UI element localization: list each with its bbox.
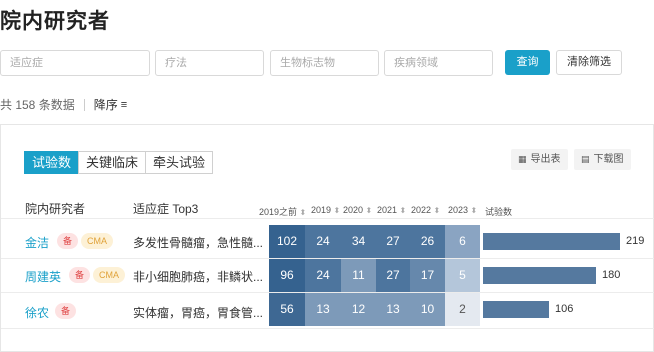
trial-count-header: 试验数 (485, 207, 513, 217)
heatmap-cell: 10 (410, 293, 445, 326)
tab-key-clinical[interactable]: 关键临床 (78, 151, 147, 174)
download-label: 下载图 (593, 154, 624, 165)
trial-count-value: 219 (626, 235, 645, 247)
researcher-name-link[interactable]: 周建英 (25, 268, 61, 285)
result-summary: 共 158 条数据 降序 ≡ (0, 96, 127, 113)
indication-filter-input[interactable] (0, 50, 150, 76)
year-header-2023[interactable]: 2023 ⬍ (448, 205, 477, 215)
indication-text: 非小细胞肺癌，非鳞状... (133, 270, 264, 284)
sort-descending-icon: ≡ (120, 98, 128, 111)
researcher-column-header: 院内研究者 (25, 202, 86, 216)
row-divider (1, 218, 654, 219)
year-header-2022[interactable]: 2022 ⬍ (411, 205, 440, 215)
query-button[interactable]: 查询 (505, 50, 550, 75)
cma-badge: CMA (81, 233, 113, 249)
total-count-text: 共 158 条数据 (0, 98, 75, 112)
heatmap-cell: 13 (305, 293, 341, 326)
year-header-2019[interactable]: 2019 ⬍ (311, 205, 340, 215)
sort-icon: ⬍ (299, 208, 307, 217)
heatmap-cell: 13 (376, 293, 410, 326)
status-badge: 备 (69, 267, 90, 283)
sort-icon: ⬍ (399, 206, 407, 215)
divider (83, 98, 85, 111)
heatmap-cell: 11 (341, 259, 376, 292)
cma-badge: CMA (93, 267, 125, 283)
trial-count-value: 106 (555, 303, 574, 315)
year-header-pre2019[interactable]: 2019之前 ⬍ (259, 205, 306, 218)
year-header-2020[interactable]: 2020 ⬍ (343, 205, 372, 215)
tab-trial-count[interactable]: 试验数 (24, 151, 80, 174)
year-header-label: 2019之前 (259, 207, 298, 217)
heatmap-cell: 5 (445, 259, 480, 292)
trial-count-bar (483, 301, 549, 318)
heatmap-cell: 56 (269, 293, 305, 326)
sort-icon: ⬍ (365, 206, 373, 215)
researcher-chart-card: 试验数 关键临床 牵头试验 ▦ 导出表 ▤ 下载图 院内研究者 适应症 Top3… (0, 124, 654, 352)
heatmap-cell: 34 (341, 225, 376, 258)
heatmap-cell: 27 (376, 259, 410, 292)
download-chart-button[interactable]: ▤ 下载图 (574, 149, 631, 170)
sort-icon: ⬍ (470, 206, 478, 215)
indication-column-header: 适应症 Top3 (133, 202, 199, 216)
heatmap-cell: 26 (410, 225, 445, 258)
researcher-name-link[interactable]: 金洁 (25, 234, 49, 251)
year-header-label: 2020 (343, 205, 364, 215)
heatmap-cell: 102 (269, 225, 305, 258)
biomarker-filter-input[interactable] (270, 50, 379, 76)
year-header-label: 2023 (448, 205, 469, 215)
sort-label: 降序 (93, 98, 118, 112)
heatmap-cell: 24 (305, 259, 341, 292)
sort-toggle[interactable]: 降序 ≡ (94, 96, 127, 113)
researcher-name-link[interactable]: 徐农 (25, 304, 49, 321)
metric-tabs: 试验数 关键临床 牵头试验 (24, 151, 214, 174)
therapy-filter-input[interactable] (155, 50, 264, 76)
heatmap-cell: 2 (445, 293, 480, 326)
trial-count-bar (483, 233, 620, 250)
trial-count-bar (483, 267, 596, 284)
page-title: 院内研究者 (0, 10, 110, 33)
clear-filters-button[interactable]: 清除筛选 (556, 50, 622, 75)
trial-count-value: 180 (602, 269, 621, 281)
document-icon: ▤ (581, 154, 590, 164)
status-badge: 备 (55, 303, 76, 319)
heatmap-cell: 17 (410, 259, 445, 292)
indication-text: 多发性骨髓瘤，急性髓... (133, 236, 264, 250)
sort-icon: ⬍ (333, 206, 341, 215)
table-icon: ▦ (518, 154, 527, 164)
indication-text: 实体瘤，胃癌，胃食管... (133, 306, 264, 320)
heatmap-cell: 6 (445, 225, 480, 258)
year-header-label: 2022 (411, 205, 432, 215)
tab-lead-trial[interactable]: 牵头试验 (145, 151, 214, 174)
heatmap-cell: 12 (341, 293, 376, 326)
year-header-2021[interactable]: 2021 ⬍ (377, 205, 406, 215)
export-label: 导出表 (530, 154, 561, 165)
heatmap-cell: 24 (305, 225, 341, 258)
year-header-label: 2021 (377, 205, 398, 215)
disease-area-filter-input[interactable] (384, 50, 493, 76)
heatmap-cell: 96 (269, 259, 305, 292)
export-table-button[interactable]: ▦ 导出表 (511, 149, 568, 170)
sort-icon: ⬍ (433, 206, 441, 215)
row-divider (1, 328, 654, 329)
year-header-label: 2019 (311, 205, 332, 215)
status-badge: 备 (57, 233, 78, 249)
heatmap-cell: 27 (376, 225, 410, 258)
